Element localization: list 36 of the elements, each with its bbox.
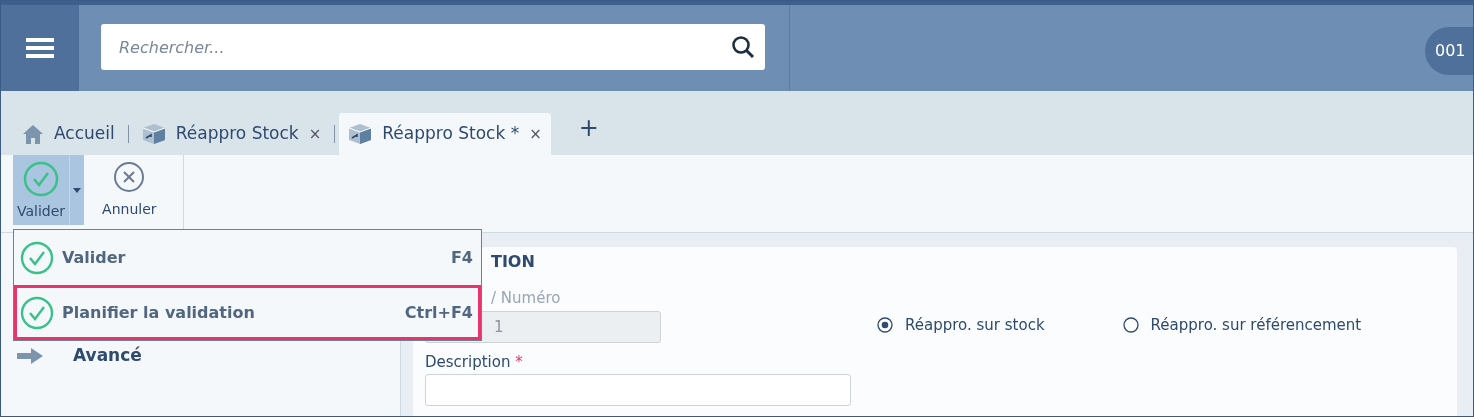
close-icon[interactable]: × [529,122,542,146]
shortcut-label: F4 [450,246,473,269]
validate-button[interactable]: Valider [13,155,70,225]
option-label: Réappro. sur stock [905,314,1045,336]
field-label: / Numéro [491,288,561,309]
description-field[interactable] [425,373,851,406]
package-icon [141,123,166,145]
package-icon [348,123,373,145]
user-badge[interactable]: 001 [1425,27,1473,75]
field-value: 1 [494,316,504,338]
menu-item[interactable]: Planifier la validation Ctrl+F4 [14,285,481,340]
radio-button[interactable] [877,316,893,333]
side-menu-item[interactable]: Avancé [73,343,142,369]
new-tab-button[interactable]: + [572,109,605,147]
field-label: Description [425,353,511,371]
tab[interactable]: Accueil [13,113,124,155]
option-label: Réappro. sur référencement [1150,314,1362,336]
tab[interactable]: Réappro Stock × [132,113,331,155]
search-icon[interactable] [731,35,755,59]
required-mark: * [515,353,523,371]
shortcut-label: Ctrl+F4 [404,302,473,324]
home-icon [22,124,44,144]
radio-button[interactable] [1122,316,1139,333]
menu-icon[interactable] [26,37,54,59]
search-field[interactable]: Rechercher... [101,24,765,70]
tab[interactable]: Réappro Stock * × [339,113,551,155]
menu-item[interactable]: Valider F4 [14,230,481,285]
check-circle-icon [20,296,54,330]
arrow-icon [17,347,43,364]
cancel-button[interactable]: Annuler [98,155,161,225]
close-icon[interactable]: × [308,122,322,146]
section-title: TION [491,251,535,273]
cancel-circle-icon [113,161,146,193]
check-circle-icon [23,161,60,197]
check-circle-icon [20,240,54,275]
caret-icon [73,187,82,193]
